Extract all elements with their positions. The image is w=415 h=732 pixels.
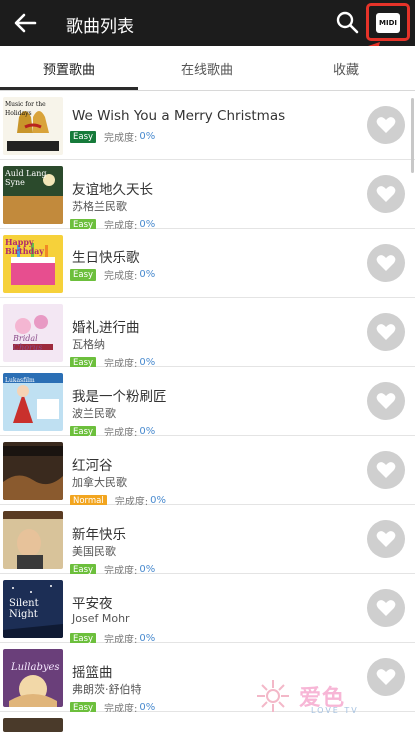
song-row[interactable]: Music for the Holidays We Wish You a Mer… [0,91,415,160]
song-title: 新年快乐 [72,527,126,543]
scrollbar[interactable] [411,98,414,173]
song-artist: 波兰民歌 [72,407,116,420]
song-artist: Josef Mohr [72,612,130,625]
song-title: 生日快乐歌 [72,250,140,266]
song-title: 友谊地久天长 [72,182,153,198]
song-row[interactable]: Bridal Chorus 婚礼进行曲 瓦格纳 Easy 完成度: 0% [0,298,415,370]
song-status: Easy 完成度: 0% [70,129,155,144]
song-status: Easy 完成度: 0% [70,267,155,282]
progress-value: 0% [139,269,156,280]
difficulty-badge: Easy [70,130,97,143]
heart-icon [376,531,396,547]
active-tab-indicator [0,87,138,90]
favorite-button[interactable] [367,313,405,351]
difficulty-badge: Easy [70,268,97,281]
song-cover [3,442,63,500]
song-cover: Lullabyes [3,649,63,707]
song-cover [3,718,63,732]
song-title: 摇篮曲 [72,665,113,681]
song-title: 我是一个粉刷匠 [72,389,167,405]
song-cover: Happy Birthday [3,235,63,293]
midi-button-highlight[interactable]: MIDI [366,3,410,41]
song-artist: 苏格兰民歌 [72,200,127,213]
heart-icon [376,600,396,616]
cover-caption: Lullabyes [11,662,60,673]
song-artist: 瓦格纳 [72,338,105,351]
favorite-button[interactable] [367,244,405,282]
watermark-logo-icon [257,680,289,712]
progress-label: 完成度: [104,133,138,144]
song-cover: Music for the Holidays [3,97,63,155]
song-list: Music for the Holidays We Wish You a Mer… [0,91,415,732]
song-cover: Bridal Chorus [3,304,63,362]
favorite-button[interactable] [367,106,405,144]
song-title: 婚礼进行曲 [72,320,140,336]
tab-preset-songs[interactable]: 预置歌曲 [0,46,138,90]
song-row[interactable]: Happy Birthday 生日快乐歌 Easy 完成度: 0% [0,229,415,298]
tab-online-songs[interactable]: 在线歌曲 [138,46,276,90]
song-cover: Auld Lang Syne [3,166,63,224]
favorite-button[interactable] [367,589,405,627]
cover-caption: Bridal Chorus [13,334,43,352]
heart-icon [376,117,396,133]
song-cover: Silent Night [3,580,63,638]
song-row[interactable]: 红河谷 加拿大民歌 Normal 完成度: 0% [0,436,415,508]
heart-icon [376,186,396,202]
cover-caption: Silent Night [9,598,39,620]
song-row[interactable]: Auld Lang Syne 友谊地久天长 苏格兰民歌 Easy 完成度: 0% [0,160,415,232]
favorite-button[interactable] [367,520,405,558]
heart-icon [376,393,396,409]
heart-icon [376,324,396,340]
song-artist: 弗朗茨·舒伯特 [72,683,142,696]
song-row[interactable]: Lukasfilm 我是一个粉刷匠 波兰民歌 Easy 完成度: 0% [0,367,415,439]
song-title: 平安夜 [72,596,113,612]
midi-button[interactable]: MIDI [376,13,400,33]
heart-icon [376,462,396,478]
song-row[interactable]: Silent Night 平安夜 Josef Mohr Easy 完成度: 0% [0,574,415,646]
song-title: We Wish You a Merry Christmas [72,108,286,124]
cover-caption: Music for the Holidays [5,101,46,117]
song-cover: Lukasfilm [3,373,63,431]
page-title: 歌曲列表 [66,17,134,37]
favorite-button[interactable] [367,451,405,489]
song-artist: 加拿大民歌 [72,476,127,489]
tab-bar: 预置歌曲 在线歌曲 收藏 [0,46,415,91]
favorite-button[interactable] [367,382,405,420]
tab-favorites[interactable]: 收藏 [277,46,415,90]
back-arrow-icon[interactable] [8,6,42,40]
song-cover [3,511,63,569]
app-header: 歌曲列表 MIDI [0,0,415,46]
cover-caption: Auld Lang Syne [5,169,47,187]
song-artist: 美国民歌 [72,545,116,558]
watermark-subtext: LOVE TV [311,706,359,715]
progress-label: 完成度: [104,271,138,282]
favorite-button[interactable] [367,175,405,213]
search-icon[interactable] [334,9,362,37]
watermark: 爱色 LOVE TV [253,676,403,718]
cover-caption: Lukasfilm [5,377,35,384]
song-title: 红河谷 [72,458,113,474]
progress-value: 0% [139,131,156,142]
heart-icon [376,255,396,271]
cover-caption: Happy Birthday [5,237,44,256]
song-row[interactable]: 新年快乐 美国民歌 Easy 完成度: 0% [0,505,415,577]
